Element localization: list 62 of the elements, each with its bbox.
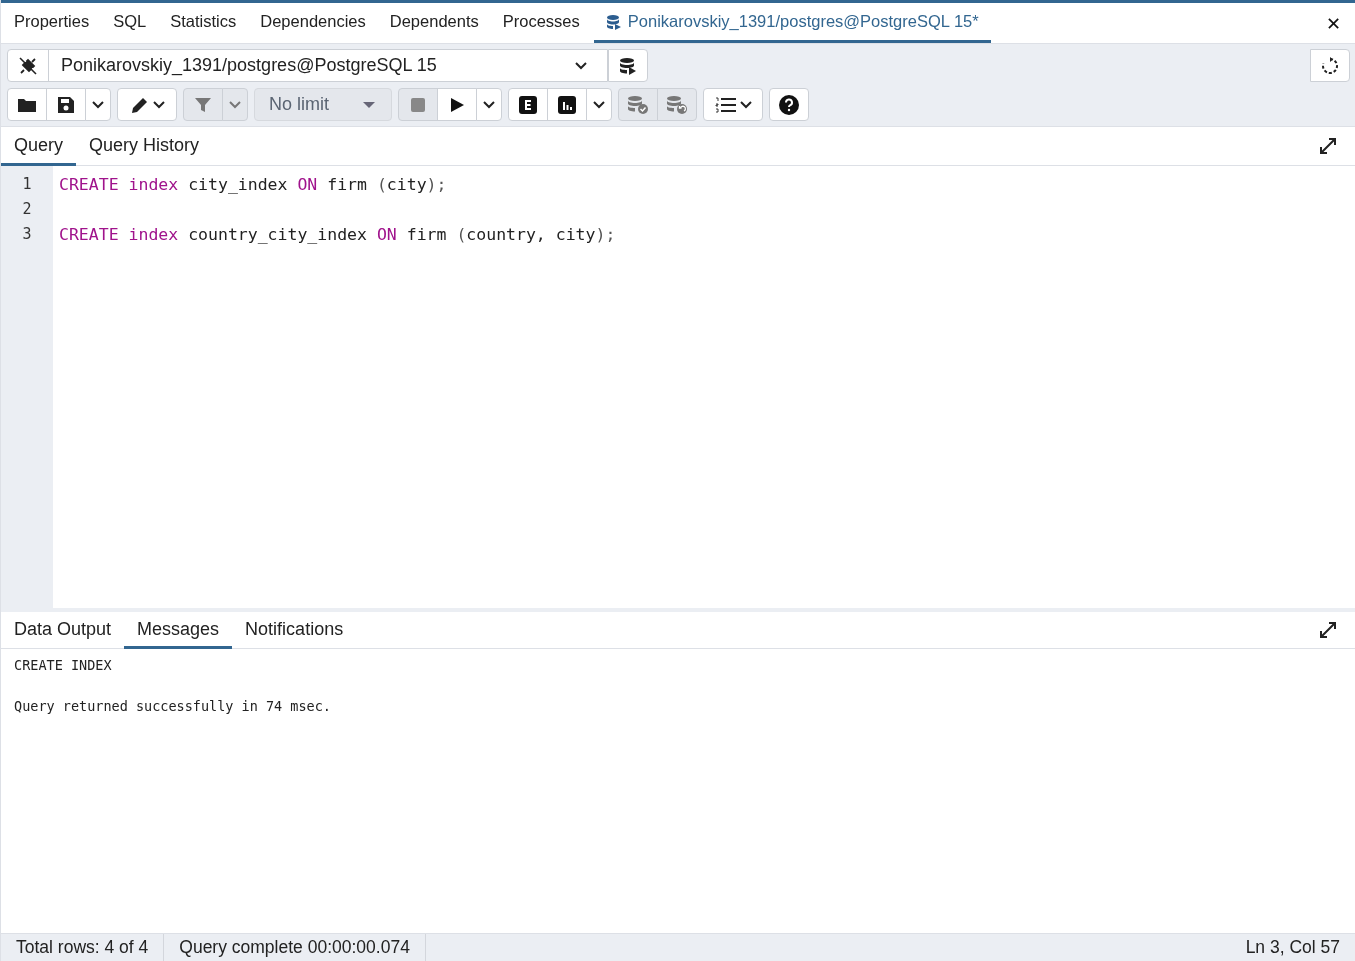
letter-e-icon: [519, 95, 537, 114]
row-limit-dropdown[interactable]: No limit: [254, 88, 392, 121]
chevron-down-icon: [92, 100, 104, 109]
dropdown-button[interactable]: [586, 88, 612, 121]
message-text: Query returned successfully in 74 msec.: [14, 698, 332, 714]
bar-chart-icon: [558, 95, 576, 114]
chevron-down-icon: [483, 100, 495, 109]
rollback-button[interactable]: [657, 88, 697, 121]
panel-tab[interactable]: SQL: [101, 3, 159, 43]
database-undo-icon: [666, 94, 688, 115]
explain-button[interactable]: [508, 88, 548, 121]
explain-analyze-button[interactable]: [547, 88, 587, 121]
execute-button[interactable]: [437, 88, 477, 121]
row-count-text: Total rows: 4 of 4: [1, 934, 165, 961]
chevron-down-icon: [229, 100, 241, 109]
message-text: CREATE INDEX: [14, 657, 113, 673]
expand-icon[interactable]: [1319, 137, 1337, 155]
line-number: 1: [21, 174, 33, 195]
help-icon: [779, 94, 799, 115]
database-play-icon: [619, 56, 637, 75]
save-button[interactable]: [46, 88, 86, 121]
chevron-down-icon: [593, 100, 605, 109]
dropdown-button[interactable]: [476, 88, 502, 121]
commit-button[interactable]: [618, 88, 658, 121]
filter-icon: [194, 95, 212, 114]
panel-tab[interactable]: Properties: [2, 3, 102, 43]
save-icon: [57, 95, 75, 114]
close-button[interactable]: ✕: [1311, 3, 1355, 43]
code-line: CREATE index country_city_index ON firm (country, city);: [59, 225, 616, 244]
open-file-button[interactable]: [7, 88, 47, 121]
line-number: 2: [21, 199, 33, 220]
expand-icon[interactable]: [1319, 621, 1337, 639]
folder-icon: [17, 96, 37, 113]
line-number: 3: [21, 224, 33, 245]
chevron-down-icon: [575, 61, 587, 70]
output-tab[interactable]: Data Output: [1, 612, 125, 649]
caret-down-icon: [363, 101, 375, 108]
edit-dropdown-button[interactable]: [117, 88, 177, 121]
editor-tab[interactable]: Query History: [76, 127, 213, 166]
database-check-icon: [627, 94, 649, 115]
panel-tab[interactable]: Dependencies: [248, 3, 378, 43]
cursor-position-text: Ln 3, Col 57: [1245, 937, 1341, 958]
query-status-text: Query complete 00:00:00.074: [164, 934, 426, 961]
dropdown-button[interactable]: [85, 88, 111, 121]
refresh-button[interactable]: [1310, 49, 1350, 82]
panel-tab[interactable]: Dependents: [377, 3, 491, 43]
filter-button[interactable]: [183, 88, 223, 121]
macros-dropdown-button[interactable]: [703, 88, 763, 121]
panel-tab[interactable]: Statistics: [158, 3, 249, 43]
chevron-down-icon: [739, 100, 752, 109]
connection-dropdown[interactable]: Ponikarovskiy_1391/postgres@PostgreSQL 15: [7, 49, 608, 82]
panel-tab[interactable]: Processes: [490, 3, 592, 43]
stop-icon: [410, 96, 426, 113]
output-tab[interactable]: Messages: [124, 612, 233, 649]
numbered-list-icon: [714, 96, 737, 113]
output-tab[interactable]: Notifications: [232, 612, 357, 649]
chevron-down-icon: [152, 100, 165, 109]
code-line: CREATE index city_index ON firm (city);: [59, 175, 447, 194]
play-icon: [449, 96, 465, 113]
refresh-icon: [1321, 56, 1339, 75]
help-button[interactable]: [769, 88, 809, 121]
new-connection-button[interactable]: [608, 49, 648, 82]
